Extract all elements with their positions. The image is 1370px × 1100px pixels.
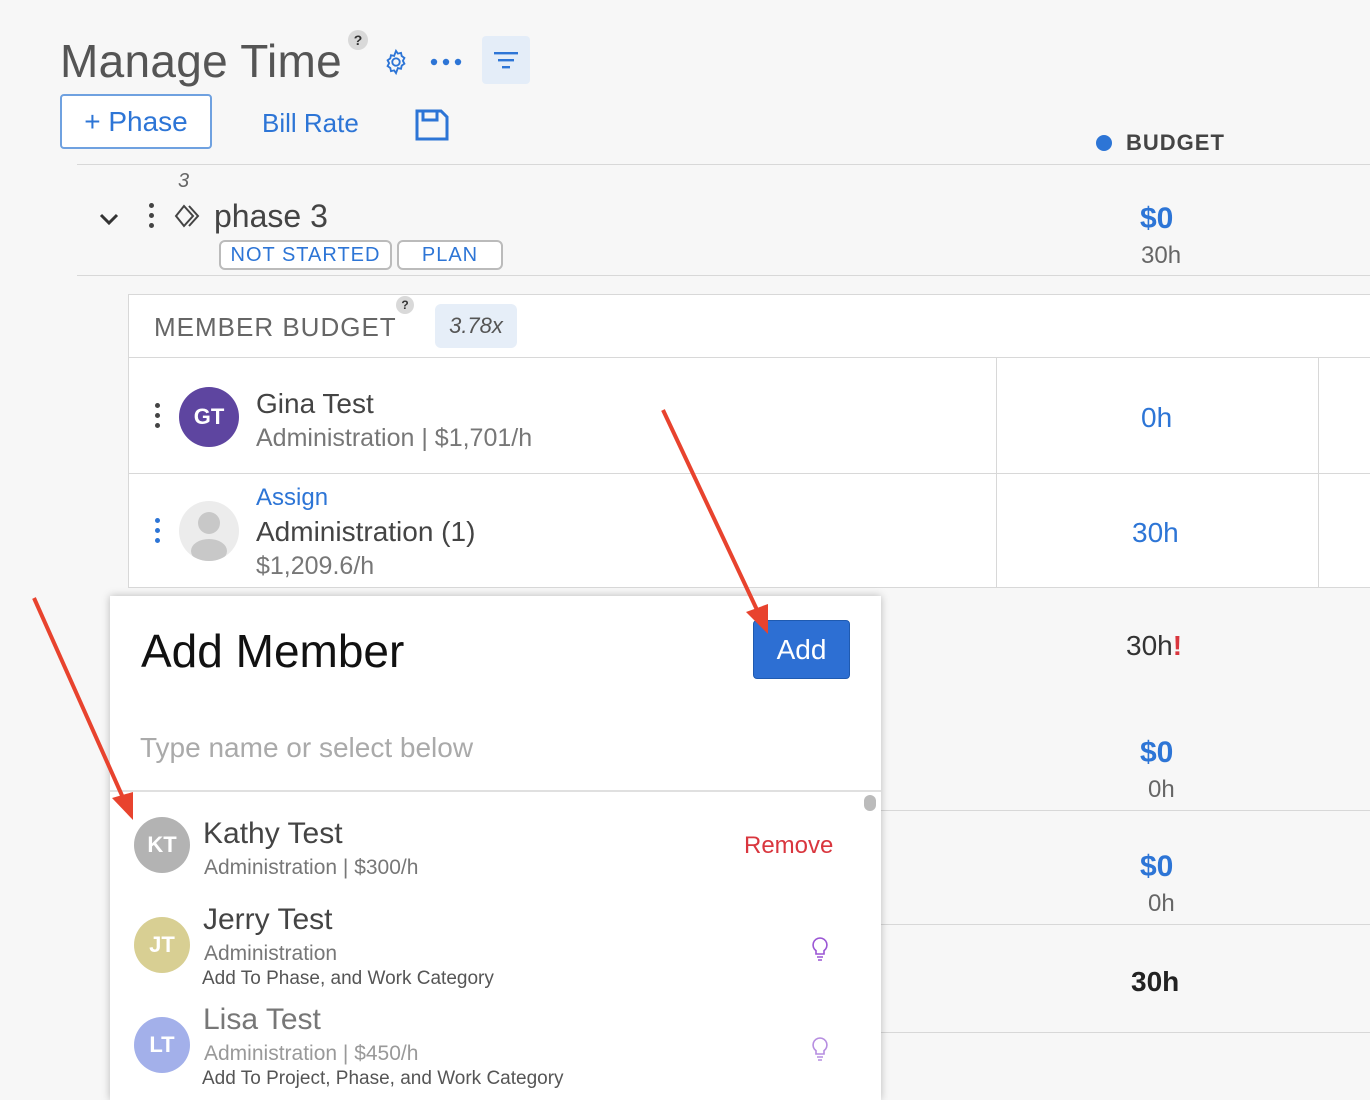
avatar: LT	[134, 1017, 190, 1073]
budget-dot-icon	[1096, 135, 1112, 151]
bottom-total-hours: 30h	[1131, 966, 1180, 997]
member-kebab-icon[interactable]	[152, 518, 162, 543]
phase-name[interactable]: phase 3	[214, 198, 328, 235]
member-role-rate: Administration | $1,701/h	[256, 424, 533, 452]
column-divider	[1318, 358, 1319, 588]
phase-budget-hours: 30h	[1141, 242, 1182, 269]
phase-status-badge[interactable]: NOT STARTED	[219, 240, 392, 270]
assign-link[interactable]: Assign	[256, 484, 328, 512]
phase-kebab-icon[interactable]	[146, 203, 156, 228]
save-icon[interactable]	[412, 106, 452, 144]
filter-button[interactable]	[482, 36, 530, 84]
member-budget-title: MEMBER BUDGET	[154, 312, 397, 342]
scrollbar-thumb[interactable]	[864, 795, 876, 811]
member-name: Gina Test	[256, 388, 374, 419]
member-hours[interactable]: 30h	[1132, 517, 1179, 549]
phase-diamond-icon	[174, 204, 202, 228]
budget-column-header: BUDGET	[1096, 130, 1225, 156]
modal-title: Add Member	[141, 625, 405, 677]
row-divider	[881, 924, 1370, 925]
row-budget-amount: $0	[1140, 850, 1174, 883]
member-hours[interactable]: 0h	[1141, 402, 1172, 434]
add-button[interactable]: Add	[753, 620, 850, 679]
member-option-name[interactable]: Jerry Test	[203, 903, 332, 937]
member-option-name[interactable]: Lisa Test	[203, 1003, 321, 1037]
row-divider	[881, 1032, 1370, 1033]
member-kebab-icon[interactable]	[152, 403, 162, 428]
row-budget-hours: 0h	[1148, 890, 1175, 917]
member-budget-multiplier: 3.78x	[435, 304, 517, 348]
settings-gear-icon[interactable]	[380, 46, 412, 78]
phase-type-badge[interactable]: PLAN	[397, 240, 503, 270]
lightbulb-icon[interactable]	[810, 936, 830, 962]
row-divider	[128, 473, 1370, 474]
member-rate: $1,209.6/h	[256, 552, 375, 580]
row-budget-amount: $0	[1140, 736, 1174, 769]
avatar: GT	[179, 387, 239, 447]
member-option-hint: Add To Phase, and Work Category	[202, 968, 494, 989]
avatar: KT	[134, 817, 190, 873]
member-option-role: Administration	[204, 942, 338, 965]
row-divider	[881, 810, 1370, 811]
row-budget-hours: 0h	[1148, 776, 1175, 803]
member-search-input[interactable]	[140, 728, 840, 768]
bill-rate-link[interactable]: Bill Rate	[262, 108, 359, 139]
member-budget-help-icon[interactable]: ?	[396, 296, 414, 314]
more-options-icon[interactable]	[428, 52, 464, 72]
title-help-icon[interactable]: ?	[348, 30, 368, 50]
placeholder-user-icon	[179, 501, 239, 561]
avatar: JT	[134, 917, 190, 973]
filter-icon	[494, 52, 518, 69]
total-hours: 30h!	[1126, 630, 1183, 661]
phase-number: 3	[178, 170, 190, 192]
member-option-hint: Add To Project, Phase, and Work Category	[202, 1068, 564, 1089]
chevron-down-icon[interactable]	[96, 206, 122, 232]
remove-member-button[interactable]: Remove	[744, 832, 833, 860]
add-phase-button[interactable]: + Phase	[60, 94, 212, 149]
page-title: Manage Time	[60, 35, 342, 87]
lightbulb-icon[interactable]	[810, 1036, 830, 1062]
member-option-name[interactable]: Kathy Test	[203, 817, 343, 851]
member-option-role: Administration | $450/h	[204, 1042, 419, 1065]
column-divider	[996, 358, 997, 588]
phase-budget-amount: $0	[1140, 202, 1174, 235]
member-name: Administration (1)	[256, 516, 476, 547]
member-option-role: Administration | $300/h	[204, 856, 419, 879]
modal-divider	[110, 790, 881, 792]
